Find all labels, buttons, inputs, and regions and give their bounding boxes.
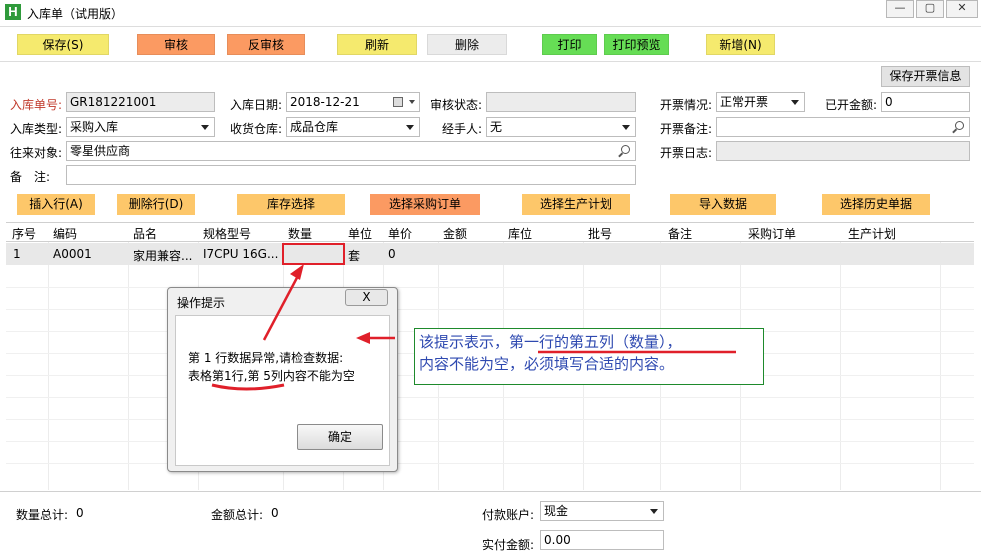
annotation-overlay: [211, 264, 736, 391]
dialog-underline: [211, 383, 285, 391]
annotation-arrowhead-up: [290, 264, 304, 280]
annotation-arrow-line-up: [262, 271, 302, 341]
annotation-arrowhead-left: [356, 332, 370, 344]
